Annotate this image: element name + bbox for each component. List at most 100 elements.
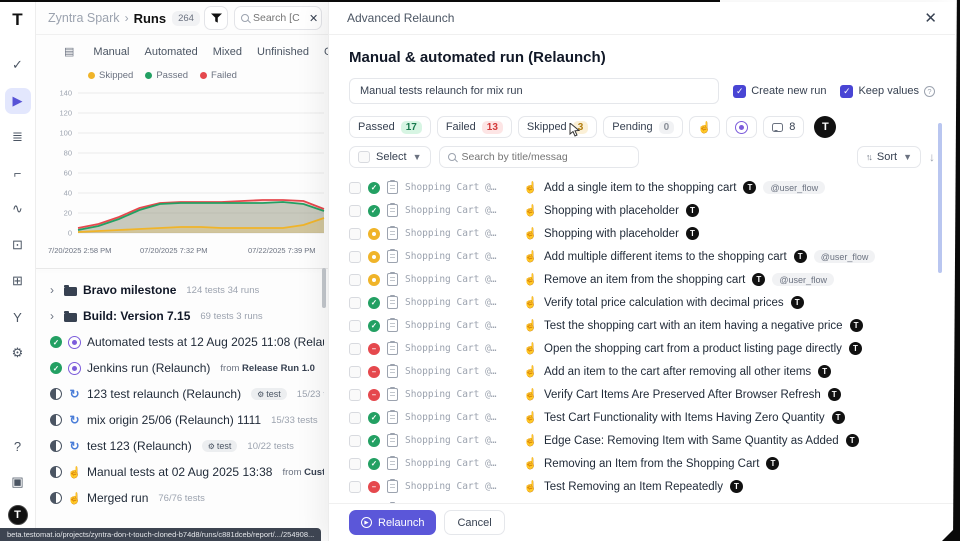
import-box-icon[interactable]: ⊡ — [5, 232, 31, 258]
row-checkbox[interactable] — [349, 366, 361, 378]
cancel-button[interactable]: Cancel — [444, 510, 504, 535]
sort-dropdown[interactable]: ↑↓ Sort ▼ — [857, 146, 921, 168]
test-row[interactable]: Shopping Cart @…☝Shopping with placehold… — [349, 222, 935, 245]
user-avatar[interactable]: T — [8, 505, 28, 525]
sort-direction-icon[interactable]: ↓ — [929, 150, 935, 164]
tree-folder-row[interactable]: ›Build: Version 7.1569 tests 3 runs — [50, 303, 324, 329]
test-row[interactable]: ✓Shopping Cart @…☝Test the shopping cart… — [349, 314, 935, 337]
tab-mixed[interactable]: Mixed — [213, 46, 242, 58]
close-icon[interactable]: ✕ — [924, 11, 937, 26]
comments-filter-chip[interactable]: 8 — [763, 116, 804, 138]
runs-search[interactable]: ✕ — [234, 6, 322, 30]
suite-name: Shopping Cart @… — [405, 182, 517, 193]
tree-run-row[interactable]: ☝Merged run76/76 tests — [50, 485, 324, 511]
filter-chip-skipped[interactable]: Skipped3 — [518, 116, 597, 138]
run-name-input[interactable] — [349, 78, 719, 104]
filter-button[interactable] — [204, 6, 228, 30]
runs-search-input[interactable] — [253, 12, 305, 24]
suite-name: Shopping Cart @… — [405, 251, 517, 262]
row-checkbox[interactable] — [349, 228, 361, 240]
list-check-icon[interactable]: ≣ — [5, 124, 31, 150]
test-row[interactable]: –Shopping Cart @…☝Open the shopping cart… — [349, 337, 935, 360]
test-row[interactable]: –Shopping Cart @…☝Test Removing an Item … — [349, 475, 935, 498]
filter-chip-label: Skipped — [527, 121, 567, 133]
report-image-icon[interactable]: ⊞ — [5, 268, 31, 294]
projects-folder-icon[interactable]: ▣ — [5, 469, 31, 495]
test-row[interactable]: Shopping Cart @…☝Add multiple different … — [349, 245, 935, 268]
clear-search-icon[interactable]: ✕ — [309, 12, 318, 25]
row-checkbox[interactable] — [349, 251, 361, 263]
svg-text:80: 80 — [64, 149, 72, 158]
row-checkbox[interactable] — [349, 481, 361, 493]
app-logo[interactable]: T — [12, 10, 22, 30]
checkbox-checked-icon[interactable]: ✓ — [840, 85, 853, 98]
gear-icon[interactable]: ⚙ — [5, 340, 31, 366]
pulse-icon[interactable]: ∿ — [5, 196, 31, 222]
test-row[interactable]: ✓Shopping Cart @…☝Shopping with placehol… — [349, 199, 935, 222]
test-row[interactable]: ✓Shopping Cart @…☝Test Cart Functionalit… — [349, 406, 935, 429]
row-checkbox[interactable] — [349, 320, 361, 332]
option-create-new-run[interactable]: ✓Create new run — [733, 85, 826, 98]
tab-manual[interactable]: Manual — [93, 46, 129, 58]
filter-chip-pending[interactable]: Pending0 — [603, 116, 683, 138]
assignee-avatar[interactable]: T — [814, 116, 836, 138]
row-checkbox[interactable] — [349, 389, 361, 401]
option-keep-values[interactable]: ✓Keep values? — [840, 85, 935, 98]
filter-chip-passed[interactable]: Passed17 — [349, 116, 431, 138]
tests-search-input[interactable] — [462, 151, 622, 163]
tree-run-row[interactable]: ↻test 123 (Relaunch)⚙test10/22 tests — [50, 433, 324, 459]
manual-filter-chip[interactable]: ☝ — [689, 116, 720, 138]
tree-run-row[interactable]: ✓Automated tests at 12 Aug 2025 11:08 (R… — [50, 329, 324, 355]
run-meta: 15/33 tests — [271, 415, 317, 426]
help-icon[interactable]: ? — [5, 433, 31, 459]
row-checkbox[interactable] — [349, 458, 361, 470]
modal-scrollbar[interactable] — [938, 123, 942, 273]
legend-label: Passed — [156, 70, 188, 81]
tree-run-row[interactable]: ✓Jenkins run (Relaunch)from Release Run … — [50, 355, 324, 381]
test-title: Removing an Item from the Shopping Cart — [544, 458, 759, 470]
tree-run-row[interactable]: ↻123 test relaunch (Relaunch)⚙test15/23 … — [50, 381, 324, 407]
tab-unfinished[interactable]: Unfinished — [257, 46, 309, 58]
status-failed-icon: – — [368, 366, 380, 378]
tab-automated[interactable]: Automated — [144, 46, 197, 58]
check-icon[interactable]: ✓ — [5, 52, 31, 78]
tree-folder-row[interactable]: ›Bravo milestone124 tests 34 runs — [50, 277, 324, 303]
svg-text:20: 20 — [64, 209, 72, 218]
test-row[interactable]: ✓Shopping Cart @…☝Verify total price cal… — [349, 291, 935, 314]
breadcrumb-project[interactable]: Zyntra Spark — [48, 11, 120, 25]
chevron-right-icon[interactable]: › — [50, 283, 58, 297]
select-all-checkbox[interactable] — [358, 151, 370, 163]
row-checkbox[interactable] — [349, 412, 361, 424]
filter-chip-failed[interactable]: Failed13 — [437, 116, 512, 138]
relaunch-button[interactable]: ▶ Relaunch — [349, 510, 436, 535]
branch-icon[interactable]: Y — [5, 304, 31, 330]
test-row[interactable]: ✓Shopping Cart @…☝Edge Case: Removing It… — [349, 429, 935, 452]
runs-filter-icon[interactable]: ▤ — [64, 45, 74, 58]
test-row[interactable]: ✓Shopping Cart @…☝Add a single item to t… — [349, 176, 935, 199]
row-checkbox[interactable] — [349, 435, 361, 447]
legend-passed: Passed — [145, 70, 188, 81]
checkbox-checked-icon[interactable]: ✓ — [733, 85, 746, 98]
select-dropdown[interactable]: Select ▼ — [349, 146, 431, 168]
breadcrumb-page[interactable]: Runs — [134, 11, 167, 26]
row-checkbox[interactable] — [349, 297, 361, 309]
tree-run-row[interactable]: ☝Manual tests at 02 Aug 2025 13:38from C… — [50, 459, 324, 485]
test-row[interactable]: Shopping Cart @…☝Remove an item from the… — [349, 268, 935, 291]
tests-search[interactable] — [439, 146, 639, 168]
test-row[interactable]: –Shopping Cart @…☝Add an item to the car… — [349, 360, 935, 383]
row-checkbox[interactable] — [349, 205, 361, 217]
automated-filter-chip[interactable] — [726, 116, 757, 138]
test-row[interactable]: –Shopping Cart @…☝Verify Cart Items Are … — [349, 383, 935, 406]
row-checkbox[interactable] — [349, 274, 361, 286]
row-checkbox[interactable] — [349, 182, 361, 194]
runs-play-icon[interactable]: ▶ — [5, 88, 31, 114]
row-checkbox[interactable] — [349, 343, 361, 355]
left-panel-scrollbar[interactable] — [322, 268, 326, 308]
tree-run-row[interactable]: ↻mix origin 25/06 (Relaunch) 111115/33 t… — [50, 407, 324, 433]
steps-icon[interactable]: ⌐ — [5, 160, 31, 186]
svg-text:40: 40 — [64, 189, 72, 198]
run-group-name: Bravo milestone — [83, 283, 176, 297]
chevron-right-icon[interactable]: › — [50, 309, 58, 323]
test-row[interactable]: ✓Shopping Cart @…☝Removing an Item from … — [349, 452, 935, 475]
help-icon[interactable]: ? — [924, 86, 935, 97]
